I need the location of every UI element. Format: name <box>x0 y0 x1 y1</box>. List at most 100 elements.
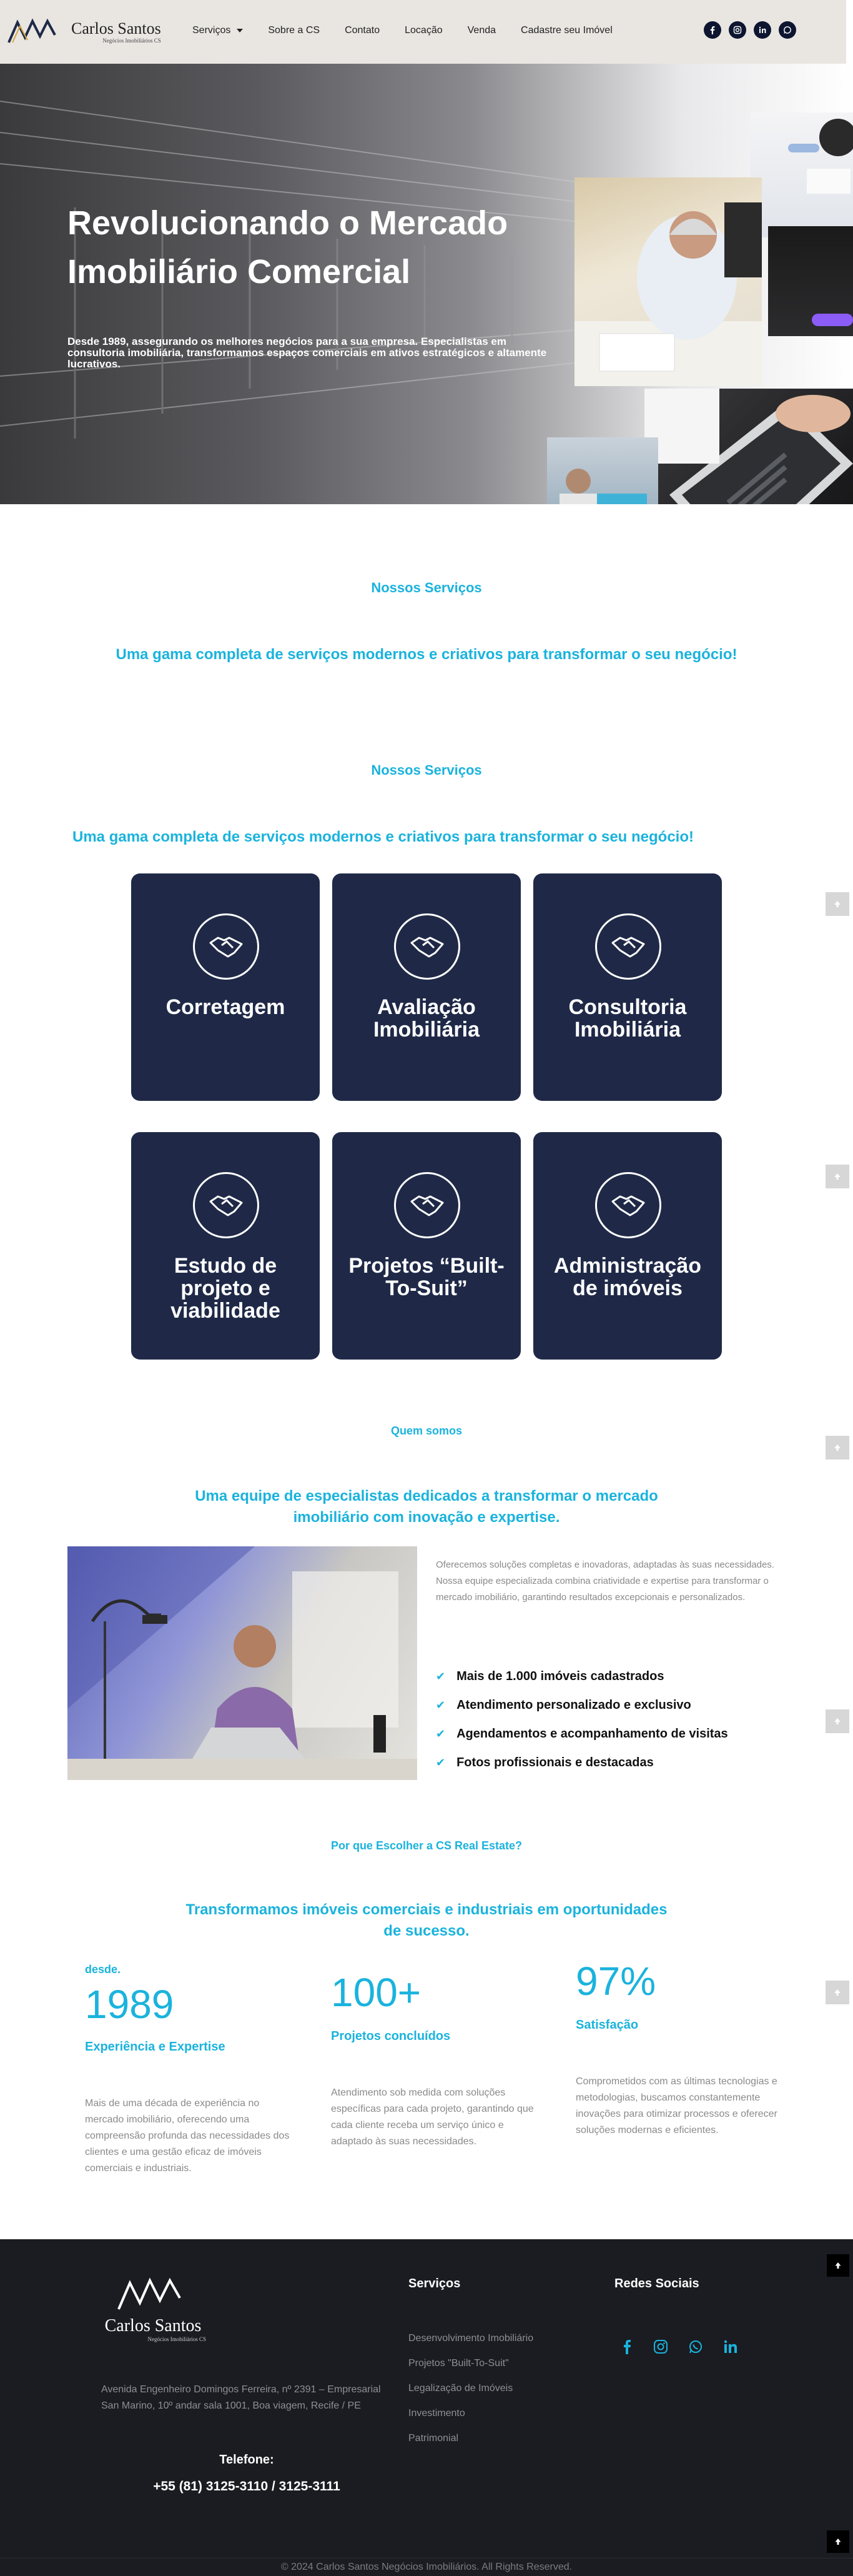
footer-socials <box>621 2339 738 2354</box>
service-card-corretagem[interactable]: Corretagem <box>131 873 320 1101</box>
stat-number: 97% <box>576 1959 656 2004</box>
footer-phone[interactable]: +55 (81) 3125-3110 / 3125-3111 <box>100 2479 393 2494</box>
service-card-consultoria[interactable]: Consultoria Imobiliária <box>533 873 722 1101</box>
footer-address: Avenida Engenheiro Domingos Ferreira, nº… <box>101 2384 381 2411</box>
back-to-top-button[interactable] <box>826 1436 849 1460</box>
check-icon: ✔ <box>436 1669 446 1683</box>
nav-contato[interactable]: Contato <box>345 25 380 36</box>
handshake-icon <box>595 913 661 980</box>
hero-photo-businessman <box>574 177 762 386</box>
instagram-icon[interactable] <box>729 21 746 39</box>
back-to-top-button[interactable] <box>827 2530 849 2553</box>
stat-number: 1989 <box>85 1982 174 2027</box>
handshake-icon <box>193 913 259 980</box>
footer-social-title: Redes Sociais <box>614 2277 699 2290</box>
footer-logo[interactable]: Carlos Santos Negócios Imobiliários CS <box>100 2275 206 2342</box>
services-kicker: Nossos Serviços <box>371 762 482 778</box>
service-card-title: Administração de imóveis <box>553 1254 702 1300</box>
footer-link[interactable]: Legalização de Imóveis <box>408 2383 513 2394</box>
check-item-label: Mais de 1.000 imóveis cadastrados <box>456 1669 664 1683</box>
check-item: ✔ Agendamentos e acompanhamento de visita… <box>436 1719 728 1748</box>
hero-title: Revolucionando o Mercado Imobiliário Com… <box>67 204 508 291</box>
footer-link[interactable]: Patrimonial <box>408 2433 458 2444</box>
back-to-top-button[interactable] <box>826 1709 849 1733</box>
nav-venda[interactable]: Venda <box>468 25 496 36</box>
site-footer: Carlos Santos Negócios Imobiliários CS A… <box>0 2239 853 2576</box>
check-icon: ✔ <box>436 1756 446 1769</box>
why-lead: Transformamos imóveis comerciais e indus… <box>185 1901 668 1939</box>
instagram-icon[interactable] <box>653 2339 668 2354</box>
service-card-avaliacao[interactable]: Avaliação Imobiliária <box>332 873 521 1101</box>
footer-link[interactable]: Projetos "Built-To-Suit" <box>408 2358 509 2369</box>
nav-locacao[interactable]: Locação <box>405 25 443 36</box>
why-kicker: Por que Escolher a CS Real Estate? <box>330 1839 523 1852</box>
back-to-top-button[interactable] <box>826 1981 849 2004</box>
hero-photo-office-desk <box>751 112 853 237</box>
handshake-icon <box>193 1172 259 1238</box>
stat-caption: Projetos concluídos <box>331 2029 451 2043</box>
arrow-up-icon <box>835 2262 841 2269</box>
logo-mark-icon <box>117 2277 181 2310</box>
logo[interactable]: Carlos Santos Negócios Imobiliários CS <box>6 17 161 46</box>
stat-description: Comprometidos com as últimas tecnologias… <box>576 2076 777 2136</box>
handshake-icon <box>394 913 460 980</box>
check-item: ✔ Atendimento personalizado e exclusivo <box>436 1691 728 1719</box>
stat-description: Mais de uma década de experiência no mer… <box>85 2098 290 2174</box>
stat-description: Atendimento sob medida com soluções espe… <box>331 2087 534 2147</box>
arrow-up-icon <box>834 1445 841 1451</box>
check-item: ✔ Mais de 1.000 imóveis cadastrados <box>436 1662 728 1691</box>
services-intro-kicker: Nossos Serviços <box>371 580 482 595</box>
arrow-up-icon <box>834 901 841 907</box>
about-checklist: ✔ Mais de 1.000 imóveis cadastrados ✔ Aten… <box>436 1662 728 1777</box>
hero-section: Revolucionando o Mercado Imobiliário Com… <box>0 64 853 504</box>
stat-satisfaction: 97% Satisfação Comprometidos com as últi… <box>576 1958 788 2139</box>
about-image <box>67 1546 417 1780</box>
stat-caption: Experiência e Expertise <box>85 2040 225 2054</box>
service-card-estudo[interactable]: Estudo de projeto e viabilidade <box>131 1132 320 1360</box>
check-item-label: Atendimento personalizado e exclusivo <box>456 1698 691 1712</box>
service-card-title: Corretagem <box>165 995 285 1019</box>
handshake-icon <box>595 1172 661 1238</box>
back-to-top-button[interactable] <box>826 892 849 916</box>
back-to-top-button[interactable] <box>827 2254 849 2277</box>
main-nav: Serviços Sobre a CS Contato Locação Vend… <box>192 25 638 36</box>
footer-link[interactable]: Investimento <box>408 2408 465 2419</box>
service-card-built-to-suit[interactable]: Projetos “Built-To-Suit” <box>332 1132 521 1360</box>
facebook-icon[interactable] <box>621 2339 633 2354</box>
arrow-up-icon <box>834 1173 841 1180</box>
nav-cadastre[interactable]: Cadastre seu Imóvel <box>521 25 613 36</box>
logo-name: Carlos Santos <box>71 19 161 37</box>
stat-experience: desde. 1989 Experiência e Expertise Mais… <box>85 1963 297 2177</box>
linkedin-icon[interactable] <box>754 21 771 39</box>
footer-link[interactable]: Desenvolvimento Imobiliário <box>408 2333 533 2344</box>
linkedin-icon[interactable] <box>723 2339 738 2354</box>
services-lead: Uma gama completa de serviços modernos e… <box>72 828 694 845</box>
handshake-icon <box>394 1172 460 1238</box>
facebook-icon[interactable] <box>704 21 721 39</box>
hero-photo-dark-strip <box>768 226 853 336</box>
stat-number: 100+ <box>331 1970 422 2015</box>
page: Carlos Santos Negócios Imobiliários CS S… <box>0 0 853 2576</box>
copyright: © 2024 Carlos Santos Negócios Imobiliári… <box>280 2562 573 2572</box>
about-kicker: Quem somos <box>390 1425 463 1437</box>
footer-phone-label: Telefone: <box>219 2453 274 2467</box>
nav-sobre[interactable]: Sobre a CS <box>268 25 320 36</box>
service-card-title: Projetos “Built-To-Suit” <box>348 1254 505 1300</box>
footer-logo-tagline: Negócios Imobiliários CS <box>147 2336 207 2342</box>
service-card-title: Avaliação Imobiliária <box>373 995 480 1042</box>
about-text: Oferecemos soluções completas e inovador… <box>436 1559 774 1603</box>
back-to-top-button[interactable] <box>826 1165 849 1188</box>
nav-servicos[interactable]: Serviços <box>192 25 244 36</box>
hero-subtitle: Desde 1989, assegurando os melhores negó… <box>67 336 547 370</box>
check-icon: ✔ <box>436 1727 446 1740</box>
check-item-label: Agendamentos e acompanhamento de visitas <box>456 1726 728 1741</box>
whatsapp-icon[interactable] <box>688 2339 703 2354</box>
stat-caption: Satisfação <box>576 2018 639 2032</box>
whatsapp-icon[interactable] <box>779 21 796 39</box>
service-card-administracao[interactable]: Administração de imóveis <box>533 1132 722 1360</box>
service-card-title: Estudo de projeto e viabilidade <box>170 1254 280 1323</box>
footer-divider <box>0 2558 853 2559</box>
logo-mark-icon <box>7 18 56 43</box>
site-header: Carlos Santos Negócios Imobiliários CS S… <box>0 0 846 64</box>
check-icon: ✔ <box>436 1698 446 1711</box>
